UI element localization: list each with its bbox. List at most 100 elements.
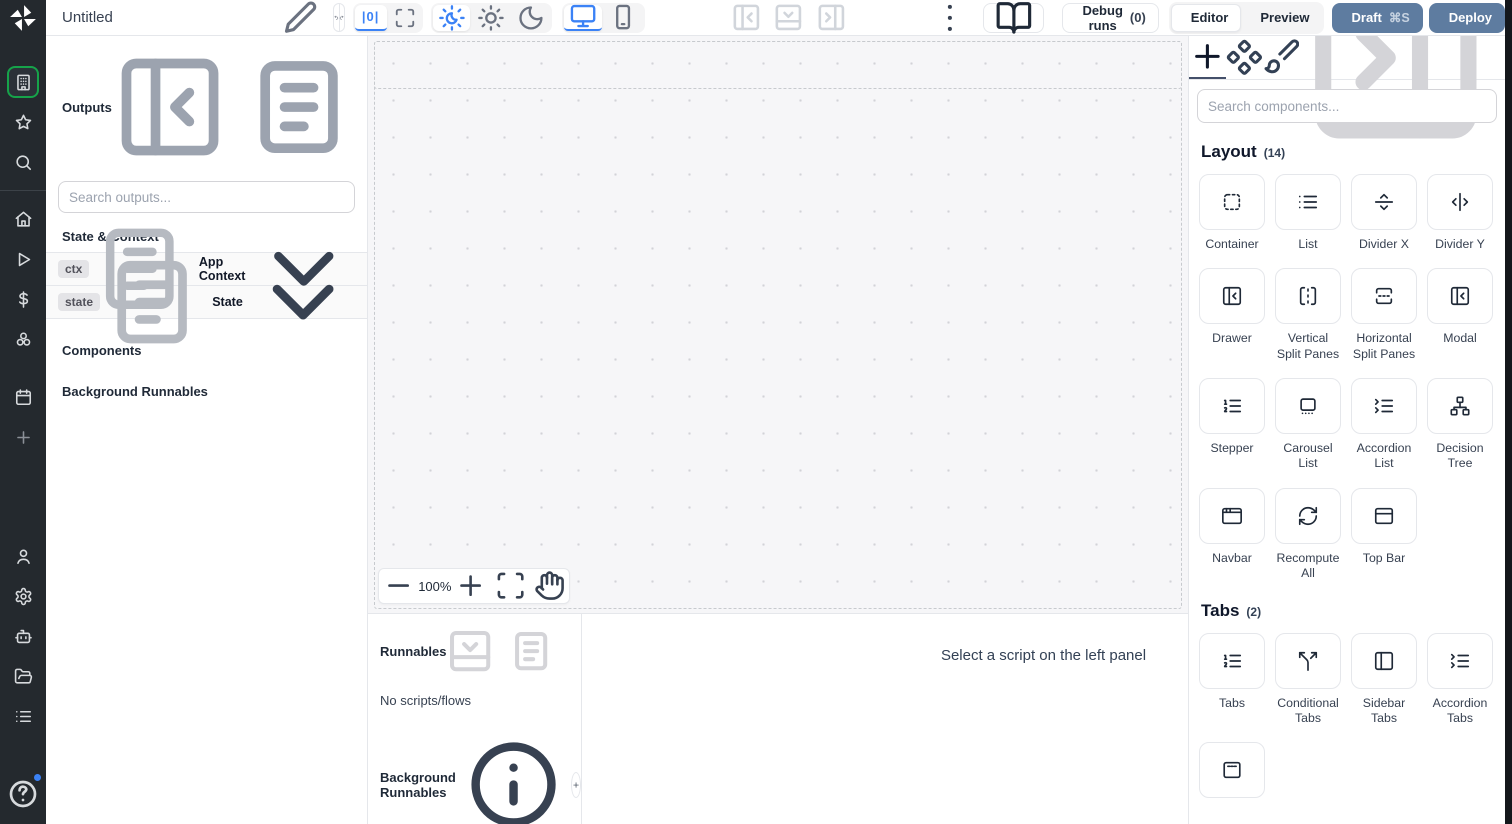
component-card-navbar[interactable]: Navbar — [1199, 487, 1265, 566]
component-card-recompute-all[interactable]: Recompute All — [1275, 487, 1341, 582]
outputs-title: Outputs — [62, 99, 112, 115]
mobile-view-button[interactable] — [604, 5, 642, 31]
component-card-conditional-tabs[interactable]: Conditional Tabs — [1275, 632, 1341, 727]
zoom-in-button[interactable] — [451, 566, 490, 605]
pan-mode-button[interactable] — [530, 566, 569, 605]
zoom-out-button[interactable] — [379, 566, 418, 605]
component-card-stepper[interactable]: Stepper — [1199, 378, 1265, 456]
drawer-icon — [1221, 285, 1243, 307]
component-card-drawer[interactable]: Drawer — [1199, 268, 1265, 346]
component-card-container[interactable]: Container — [1199, 174, 1265, 252]
component-card-divider-y[interactable]: Divider Y — [1427, 174, 1493, 252]
component-label: Stepper — [1210, 441, 1254, 456]
component-card-carousel-list[interactable]: Carousel List — [1275, 378, 1341, 472]
component-label: Modal — [1443, 331, 1477, 346]
list-icon — [1297, 191, 1319, 213]
rename-app-button[interactable] — [281, 0, 319, 36]
editor-tab[interactable]: Editor — [1170, 3, 1242, 32]
collapse-outputs-icon[interactable] — [112, 49, 228, 165]
rail-item-cluster[interactable] — [7, 323, 39, 355]
component-card-decision-tree[interactable]: Decision Tree — [1427, 378, 1493, 472]
component-card-divider-x[interactable]: Divider X — [1351, 174, 1417, 252]
tab-insert-component[interactable] — [1189, 36, 1226, 79]
expand-json-icon[interactable] — [241, 49, 357, 165]
theme-light-button[interactable] — [472, 4, 510, 31]
refresh-icon — [1297, 505, 1319, 527]
redo-button[interactable] — [339, 4, 344, 31]
outputs-search-input[interactable] — [58, 181, 355, 214]
component-label: List — [1298, 237, 1318, 251]
rail-item-folder[interactable] — [7, 660, 39, 692]
more-menu-button[interactable] — [931, 0, 969, 36]
tab-styling[interactable] — [1263, 36, 1300, 79]
rail-item-play[interactable] — [7, 243, 39, 275]
more-vertical-icon — [931, 0, 969, 36]
rail-item-building[interactable] — [7, 66, 39, 98]
vsplit-icon — [1297, 285, 1319, 307]
windmill-logo-icon[interactable] — [0, 0, 46, 36]
component-card-tabs[interactable]: Tabs — [1199, 632, 1265, 711]
save-draft-button[interactable]: Draft ⌘S — [1331, 2, 1423, 33]
rail-item-dollar[interactable] — [7, 283, 39, 315]
component-card-accordion-list[interactable]: Accordion List — [1351, 378, 1417, 472]
book-open-icon — [995, 0, 1033, 36]
theme-auto-button[interactable] — [432, 4, 471, 31]
canvas-drop-row[interactable] — [374, 41, 1182, 89]
rail-item-gear[interactable] — [7, 580, 39, 612]
preview-tab[interactable]: Preview — [1241, 4, 1321, 32]
component-card-accordion-tabs[interactable]: Accordion Tabs — [1427, 632, 1493, 727]
rail-item-star[interactable] — [7, 106, 39, 138]
component-label: Vertical Split Panes — [1276, 331, 1340, 361]
background-runnables-heading: Background Runnables — [62, 384, 208, 400]
moon-icon — [517, 4, 545, 32]
rail-item-search[interactable] — [7, 146, 39, 178]
component-card-sidebar-tabs[interactable]: Sidebar Tabs — [1351, 632, 1417, 727]
redo-icon — [339, 15, 344, 20]
play-icon — [14, 250, 33, 269]
star-icon — [14, 113, 33, 132]
debug-runs-button[interactable]: Debug runs (0) — [1062, 2, 1159, 33]
rail-item-list-bullets[interactable] — [7, 700, 39, 732]
component-label: Carousel List — [1283, 441, 1333, 471]
component-card-top-bar[interactable]: Top Bar — [1351, 487, 1417, 566]
component-label: Container — [1205, 237, 1259, 251]
help-button[interactable] — [7, 773, 42, 814]
desktop-view-button[interactable] — [564, 4, 603, 31]
expand-canvas-button[interactable] — [389, 5, 421, 31]
rail-item-bot[interactable] — [7, 620, 39, 652]
theme-dark-button[interactable] — [512, 5, 550, 31]
component-card-vertical-split-panes[interactable]: Vertical Split Panes — [1275, 268, 1341, 362]
component-card-modal[interactable]: Modal — [1427, 268, 1493, 346]
components-panel-tabs — [1189, 36, 1505, 139]
docs-button[interactable] — [982, 0, 1045, 36]
tab-component-settings[interactable] — [1226, 36, 1263, 79]
zoom-reset-button[interactable]: |0| — [354, 4, 387, 31]
state-doc-icon — [100, 250, 204, 354]
rail-item-plus[interactable] — [7, 421, 39, 453]
rail-item-calendar[interactable] — [7, 381, 39, 413]
components-search — [1197, 89, 1497, 123]
components-sections: Layout (14) Container List Divider X Divider … — [1189, 123, 1505, 799]
device-toggle-group — [562, 2, 645, 33]
drawer-icon — [1449, 285, 1471, 307]
deploy-button[interactable]: Deploy — [1428, 2, 1506, 33]
debug-runs-count: (0) — [1129, 10, 1146, 25]
component-card-list[interactable]: List — [1275, 174, 1341, 252]
component-label: Tabs — [1219, 695, 1245, 710]
fit-view-button[interactable] — [491, 566, 530, 605]
collapse-components-panel-icon — [1299, 36, 1505, 139]
state-chevron-down-icon[interactable] — [251, 250, 355, 354]
components-search-input[interactable] — [1197, 89, 1497, 123]
rail-group-mid — [7, 199, 39, 359]
runnables-empty-text: No scripts/flows — [380, 693, 472, 709]
info-icon[interactable] — [463, 734, 564, 824]
rail-item-home[interactable] — [7, 203, 39, 235]
fit-screen-icon — [495, 570, 526, 601]
rail-item-user[interactable] — [7, 540, 39, 572]
plus-tab-icon — [1189, 38, 1226, 75]
dollar-icon — [14, 290, 33, 309]
app-canvas[interactable]: 100% — [368, 36, 1188, 613]
component-card-window-dashed[interactable] — [1199, 742, 1265, 799]
component-card-horizontal-split-panes[interactable]: Horizontal Split Panes — [1351, 268, 1417, 362]
add-background-runnable-button[interactable] — [570, 771, 581, 798]
